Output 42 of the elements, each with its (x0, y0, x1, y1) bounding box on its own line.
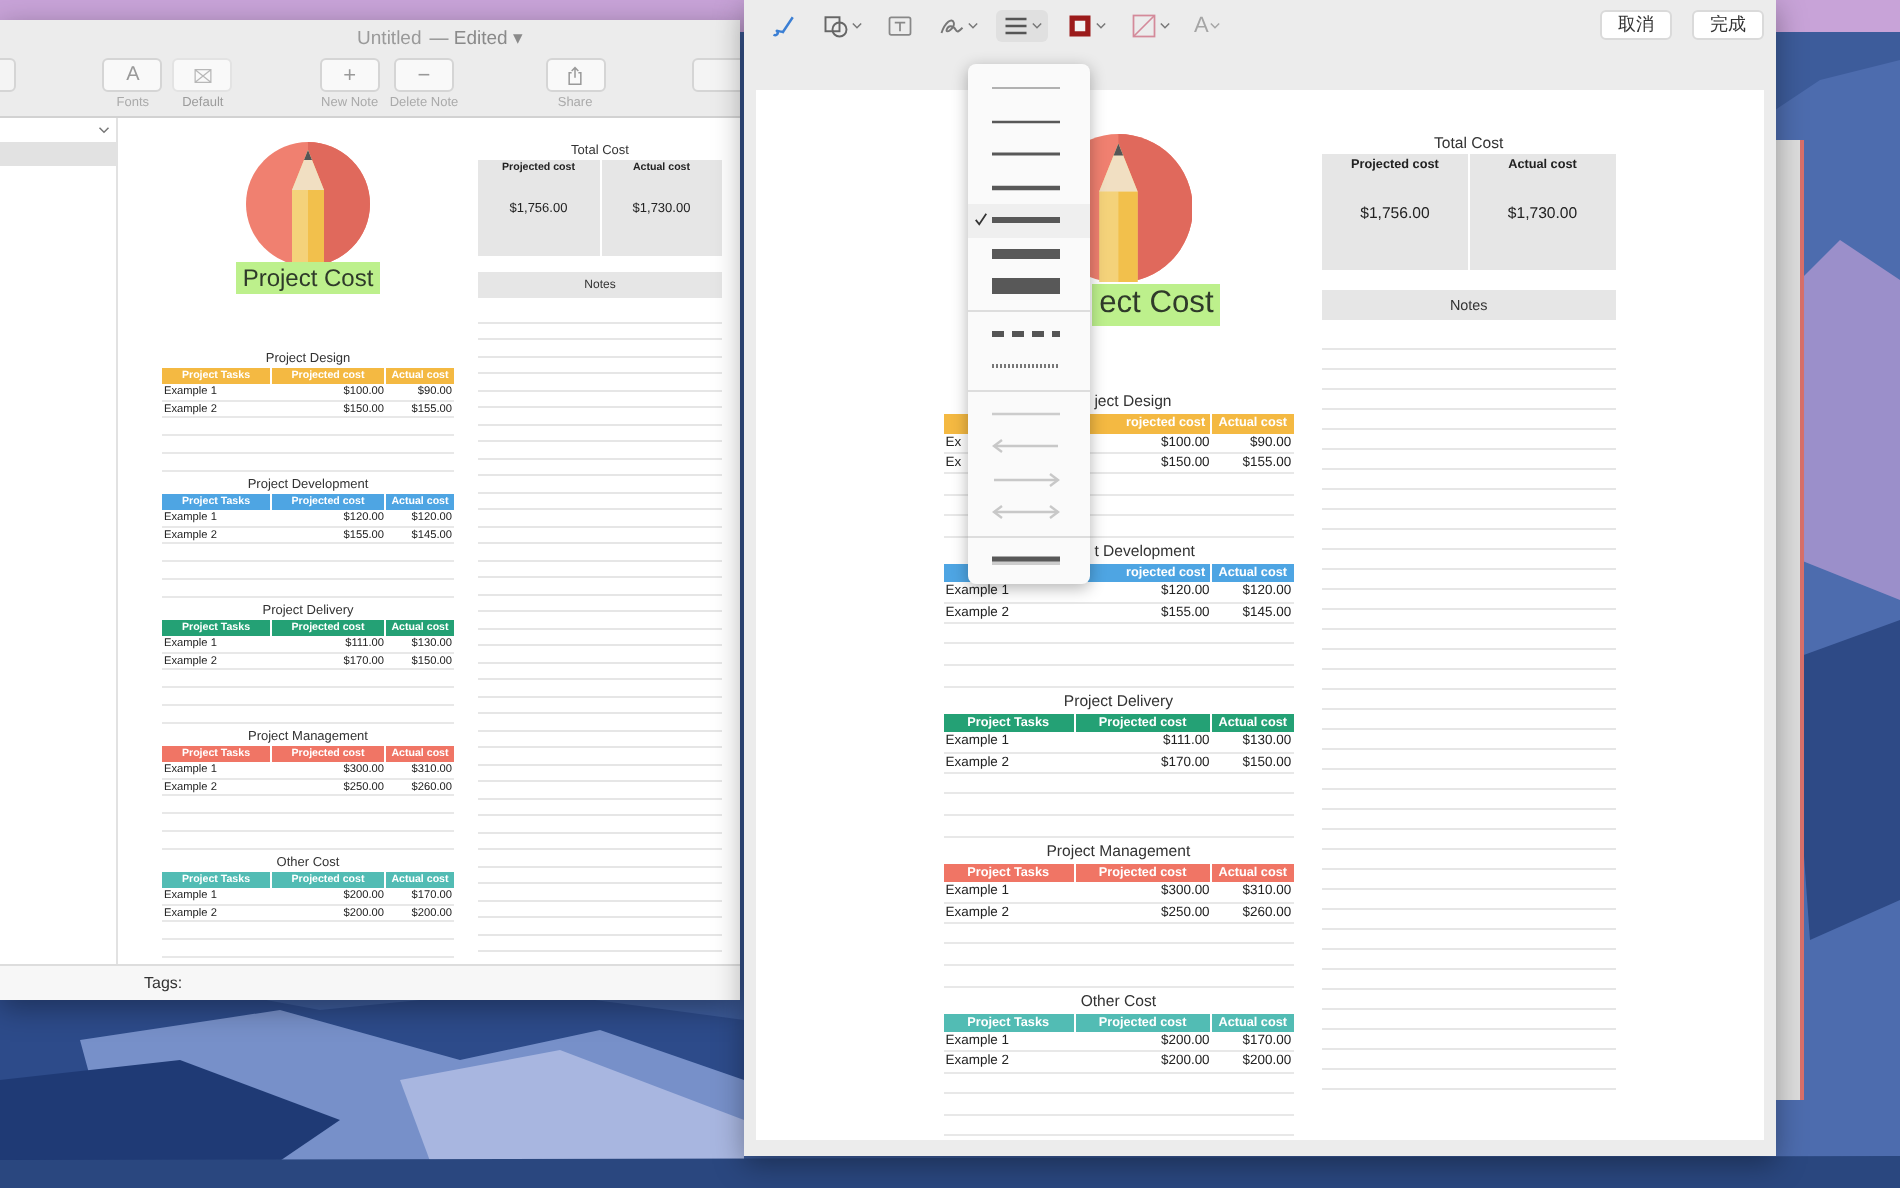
caret-icon (968, 22, 978, 30)
toolbar-button[interactable]: + (319, 58, 380, 92)
tags-label: Tags: (144, 974, 183, 992)
window-title: Untitled (357, 28, 422, 50)
lines-icon (1002, 12, 1030, 40)
crossed-box-icon (191, 65, 214, 85)
toolbar-button[interactable]: 取消 (1600, 10, 1672, 40)
caret-icon (1210, 22, 1221, 30)
total-value: $1,730.00 (1507, 204, 1578, 223)
section-title: Other Cost (1078, 991, 1159, 1014)
section-title: Project Delivery (1061, 692, 1175, 714)
fill-color-icon (1130, 12, 1158, 40)
border-color-icon (1066, 12, 1094, 40)
toolbar-button[interactable]: A (102, 58, 163, 92)
pencil-logo (246, 142, 370, 266)
toolbar-button[interactable]: 完成 (1692, 10, 1764, 40)
pen-icon (770, 12, 798, 40)
caret-icon (1096, 22, 1106, 30)
chevron-down-icon[interactable] (98, 126, 110, 134)
shapes-icon (822, 12, 850, 40)
caret-icon (1160, 22, 1170, 30)
double-arrow-icon (992, 500, 1060, 525)
section-title: Project Management (1044, 841, 1193, 864)
line-style-option[interactable] (968, 204, 1090, 237)
table-title: Total Cost (1432, 133, 1506, 155)
section-title: t Development (1094, 542, 1195, 564)
caret-icon (852, 22, 862, 30)
text-box-icon (886, 12, 914, 40)
notes-title: Notes (1449, 295, 1488, 314)
section-title: ject Design (1094, 392, 1172, 414)
total-value: $1,756.00 (1360, 204, 1430, 223)
tool-button[interactable] (996, 10, 1048, 42)
caret-icon (1032, 22, 1042, 30)
toolbar-button[interactable]: − (393, 58, 454, 92)
line-icon (992, 274, 1060, 299)
right-arrow-icon (992, 467, 1060, 492)
share-icon (564, 65, 587, 85)
edit-status: — Edited ▾ (429, 28, 523, 50)
logo-title: ect Cost (1091, 284, 1221, 326)
left-arrow-icon (992, 434, 1060, 459)
checkmark-icon (974, 212, 988, 227)
logo-title: Project Cost (236, 262, 380, 294)
